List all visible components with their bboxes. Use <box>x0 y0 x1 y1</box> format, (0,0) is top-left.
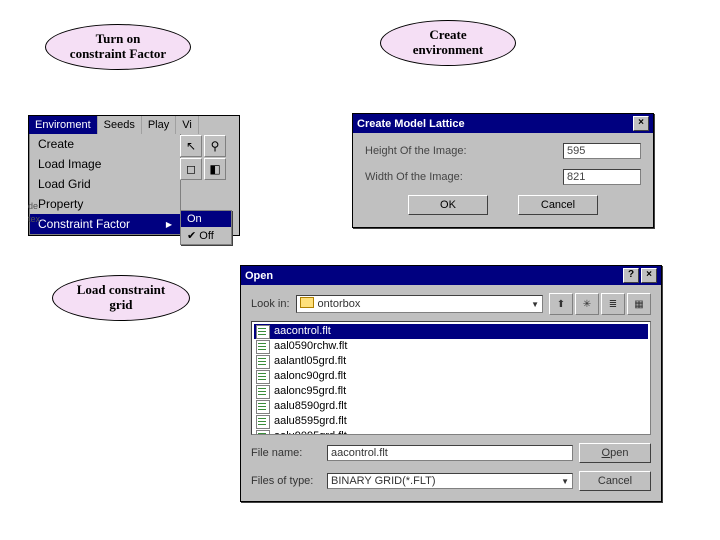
toolbar-tool-icon[interactable]: ⚲ <box>204 135 226 157</box>
dialog-body: Look in: ontorbox ▼ ⬆ ✳ ≣ ▦ aacontrol.fl… <box>241 285 661 501</box>
dialog-body: Height Of the Image: 595 Width Of the Im… <box>353 133 653 227</box>
file-name: aalu8595grd.flt <box>274 414 347 429</box>
file-name: aalu9095grd.flt <box>274 429 347 435</box>
file-item[interactable]: aalonc90grd.flt <box>254 369 648 384</box>
left-strip: de tex <box>28 200 52 225</box>
menu-item-property[interactable]: Property <box>30 194 180 214</box>
toolbar-pointer-icon[interactable]: ↖ <box>180 135 202 157</box>
toolbar-shape-icon[interactable]: ◻ <box>180 158 202 180</box>
menu-bar: Enviroment Seeds Play Vi <box>29 116 239 134</box>
menu-item-create[interactable]: Create <box>30 134 180 154</box>
cancel-button[interactable]: Cancel <box>518 195 598 215</box>
lookin-value: ontorbox <box>318 298 528 310</box>
file-icon <box>256 340 270 354</box>
close-icon[interactable]: × <box>641 268 657 283</box>
file-item[interactable]: aalonc95grd.flt <box>254 384 648 399</box>
nav-buttons: ⬆ ✳ ≣ ▦ <box>549 293 651 315</box>
left-strip-b: tex <box>28 213 52 226</box>
file-icon <box>256 325 270 339</box>
height-input[interactable]: 595 <box>563 143 641 159</box>
toolbar-shape2-icon[interactable]: ◧ <box>204 158 226 180</box>
file-name: aalonc95grd.flt <box>274 384 346 399</box>
new-folder-icon[interactable]: ✳ <box>575 293 599 315</box>
dialog-title: Create Model Lattice <box>357 118 465 130</box>
lookin-label: Look in: <box>251 298 290 310</box>
lookin-row: Look in: ontorbox ▼ ⬆ ✳ ≣ ▦ <box>251 293 651 315</box>
file-name: aal0590rchw.flt <box>274 339 347 354</box>
width-label: Width Of the Image: <box>365 171 463 183</box>
menu-item-load-grid[interactable]: Load Grid <box>30 174 180 194</box>
file-name: aalonc90grd.flt <box>274 369 346 384</box>
callout-text: Create environment <box>413 28 484 58</box>
file-list[interactable]: aacontrol.flt aal0590rchw.flt aalantl05g… <box>251 321 651 435</box>
menu-play[interactable]: Play <box>142 116 176 134</box>
help-icon[interactable]: ? <box>623 268 639 283</box>
close-icon[interactable]: × <box>633 116 649 131</box>
file-item[interactable]: aalu8590grd.flt <box>254 399 648 414</box>
file-item[interactable]: aalantl05grd.flt <box>254 354 648 369</box>
file-icon <box>256 430 270 436</box>
callout-turn-on-constraint: Turn on constraint Factor <box>45 24 191 70</box>
callout-text: Turn on constraint Factor <box>70 32 166 62</box>
submenu-item-on[interactable]: On <box>181 211 231 227</box>
filetype-dropdown[interactable]: BINARY GRID(*.FLT) ▼ <box>327 473 573 489</box>
open-file-dialog: Open ? × Look in: ontorbox ▼ ⬆ ✳ ≣ ▦ aac… <box>240 265 662 502</box>
file-name: aalantl05grd.flt <box>274 354 346 369</box>
height-row: Height Of the Image: 595 <box>365 143 641 159</box>
open-button[interactable]: Open <box>579 443 651 463</box>
lookin-dropdown[interactable]: ontorbox ▼ <box>296 295 543 313</box>
width-row: Width Of the Image: 821 <box>365 169 641 185</box>
filetype-value: BINARY GRID(*.FLT) <box>331 475 436 487</box>
check-icon: ✔ <box>187 230 196 242</box>
submenu-arrow-icon: ▶ <box>166 220 172 229</box>
file-icon <box>256 355 270 369</box>
filetype-label: Files of type: <box>251 475 321 487</box>
create-model-lattice-dialog: Create Model Lattice × Height Of the Ima… <box>352 113 654 228</box>
file-icon <box>256 400 270 414</box>
dialog-titlebar: Open ? × <box>241 266 661 285</box>
menu-item-constraint-factor[interactable]: Constraint Factor ▶ <box>30 214 180 234</box>
open-button-rest: pen <box>610 447 628 459</box>
submenu-item-off[interactable]: ✔ Off <box>181 227 231 244</box>
menu-item-load-image[interactable]: Load Image <box>30 154 180 174</box>
chevron-down-icon: ▼ <box>531 300 539 309</box>
menu-vi[interactable]: Vi <box>176 116 199 134</box>
file-item[interactable]: aalu9095grd.flt <box>254 429 648 435</box>
callout-load-constraint-grid: Load constraint grid <box>52 275 190 321</box>
dialog-title: Open <box>245 270 273 282</box>
filename-row: File name: aacontrol.flt Open <box>251 443 651 463</box>
callout-create-environment: Create environment <box>380 20 516 66</box>
file-item[interactable]: aacontrol.flt <box>254 324 648 339</box>
constraint-factor-submenu: On ✔ Off <box>180 210 232 245</box>
file-name: aacontrol.flt <box>274 324 331 339</box>
ok-button[interactable]: OK <box>408 195 488 215</box>
file-name: aalu8590grd.flt <box>274 399 347 414</box>
file-icon <box>256 370 270 384</box>
width-input[interactable]: 821 <box>563 169 641 185</box>
height-label: Height Of the Image: <box>365 145 467 157</box>
details-view-icon[interactable]: ▦ <box>627 293 651 315</box>
file-icon <box>256 415 270 429</box>
menu-seeds[interactable]: Seeds <box>98 116 142 134</box>
left-strip-a: de <box>28 200 52 213</box>
folder-icon <box>300 297 314 311</box>
list-view-icon[interactable]: ≣ <box>601 293 625 315</box>
mini-toolbar: ↖ ⚲ <box>180 135 226 157</box>
dialog-buttons: OK Cancel <box>365 195 641 215</box>
up-one-level-icon[interactable]: ⬆ <box>549 293 573 315</box>
submenu-item-label: Off <box>199 230 213 242</box>
filename-input[interactable]: aacontrol.flt <box>327 445 573 461</box>
file-icon <box>256 385 270 399</box>
menu-environment[interactable]: Enviroment <box>29 116 98 134</box>
cancel-button[interactable]: Cancel <box>579 471 651 491</box>
chevron-down-icon: ▼ <box>561 477 569 486</box>
callout-text: Load constraint grid <box>77 283 165 313</box>
file-item[interactable]: aalu8595grd.flt <box>254 414 648 429</box>
dialog-titlebar: Create Model Lattice × <box>353 114 653 133</box>
file-item[interactable]: aal0590rchw.flt <box>254 339 648 354</box>
filename-label: File name: <box>251 447 321 459</box>
filetype-row: Files of type: BINARY GRID(*.FLT) ▼ Canc… <box>251 471 651 491</box>
mini-toolbar-row2: ◻ ◧ <box>180 158 226 180</box>
